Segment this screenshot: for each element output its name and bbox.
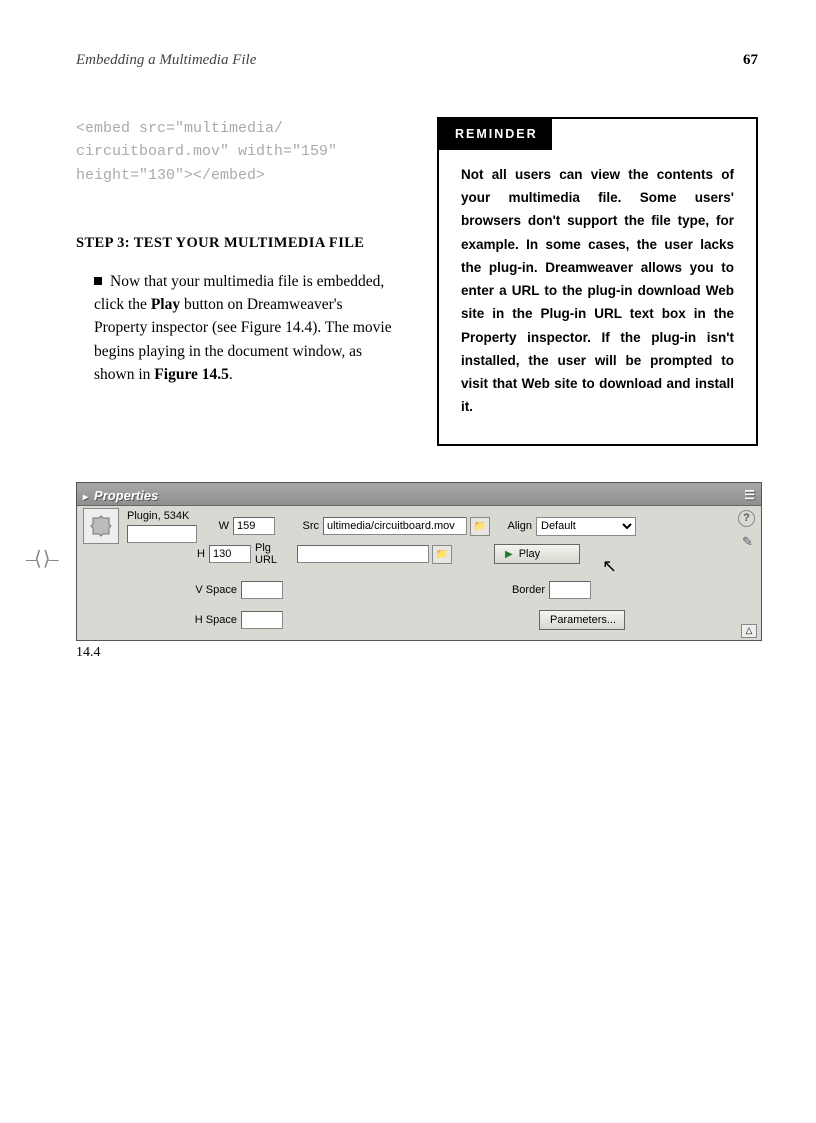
- border-label: Border: [505, 584, 545, 596]
- parameters-button-label: Parameters...: [550, 614, 616, 626]
- plugin-icon: [83, 508, 119, 544]
- panel-expander-icon[interactable]: △: [741, 624, 757, 638]
- collapse-triangle-icon[interactable]: ▸: [83, 492, 88, 503]
- width-input[interactable]: [233, 517, 275, 535]
- play-button[interactable]: ▶ Play: [494, 544, 580, 564]
- help-icon[interactable]: ?: [738, 510, 755, 527]
- cursor-icon: ↖: [602, 556, 617, 577]
- vspace-label: V Space: [187, 584, 237, 596]
- step-heading: STEP 3: TEST YOUR MULTIMEDIA FILE: [76, 235, 397, 252]
- src-browse-button[interactable]: 📁: [470, 517, 490, 536]
- w-label: W: [213, 520, 229, 532]
- reminder-box: REMINDER Not all users can view the cont…: [437, 117, 758, 446]
- running-header: Embedding a Multimedia File 67: [76, 52, 758, 69]
- properties-panel: ▸ Properties ☰ Plugin, 534K W Src: [76, 482, 762, 641]
- h-label: H: [189, 548, 205, 560]
- plgurl-label: Plg URL: [255, 542, 293, 566]
- play-icon: ▶: [505, 549, 513, 560]
- align-select[interactable]: Default: [536, 517, 636, 536]
- panel-menu-icon[interactable]: ☰: [744, 488, 755, 502]
- align-label: Align: [498, 520, 532, 532]
- code-sample: <embed src="multimedia/ circuitboard.mov…: [76, 117, 397, 187]
- hspace-label: H Space: [187, 614, 237, 626]
- panel-titlebar[interactable]: ▸ Properties ☰: [77, 483, 761, 506]
- panel-title-text: Properties: [94, 488, 158, 503]
- running-title: Embedding a Multimedia File: [76, 52, 256, 69]
- figure-ref-bold: Figure 14.5: [154, 366, 229, 383]
- figure-caption: 14.4: [76, 645, 758, 661]
- hspace-input[interactable]: [241, 611, 283, 629]
- bullet-icon: [94, 277, 102, 285]
- page-number: 67: [743, 52, 758, 69]
- quick-tag-icon[interactable]: ✎: [740, 534, 755, 549]
- border-input[interactable]: [549, 581, 591, 599]
- figure-14-4: ▸ Properties ☰ Plugin, 534K W Src: [76, 482, 758, 661]
- play-button-label: Play: [519, 548, 540, 560]
- plugin-name-input[interactable]: [127, 525, 197, 543]
- src-label: Src: [283, 520, 319, 532]
- height-input[interactable]: [209, 545, 251, 563]
- vspace-input[interactable]: [241, 581, 283, 599]
- plugin-size-label: Plugin, 534K: [127, 510, 205, 522]
- margin-crop-mark: –⟨ ⟩–: [26, 546, 57, 571]
- plgurl-browse-button[interactable]: 📁: [432, 545, 452, 564]
- parameters-button[interactable]: Parameters...: [539, 610, 625, 630]
- plgurl-input[interactable]: [297, 545, 429, 563]
- para-text-3: .: [229, 366, 233, 383]
- src-input[interactable]: [323, 517, 467, 535]
- reminder-body: Not all users can view the contents of y…: [461, 163, 734, 418]
- step-paragraph: Now that your multimedia file is embedde…: [76, 270, 397, 386]
- play-bold: Play: [151, 296, 180, 313]
- reminder-label: REMINDER: [437, 117, 552, 150]
